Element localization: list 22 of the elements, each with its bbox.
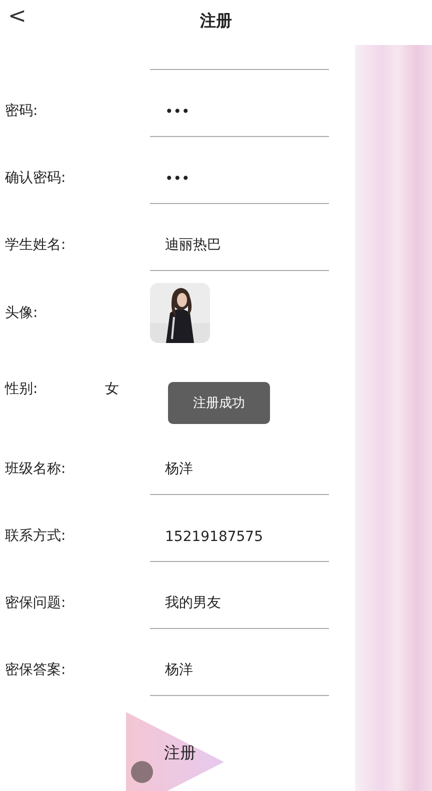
- field-label: 性别:: [4, 380, 39, 398]
- field-label: 确认密码:: [4, 169, 67, 188]
- page-title: 注册: [200, 10, 232, 32]
- input-field[interactable]: 我的男友: [150, 594, 329, 629]
- input-field[interactable]: 杨洋: [150, 460, 329, 495]
- input-field[interactable]: •••: [150, 104, 329, 137]
- back-button[interactable]: <: [4, 4, 30, 29]
- register-button[interactable]: 注册: [126, 712, 224, 791]
- field-label: 密保答案:: [4, 661, 67, 680]
- toast-message: 注册成功: [168, 382, 270, 424]
- field-label: 密码:: [4, 102, 39, 121]
- field-value: 女: [105, 380, 119, 398]
- field-label: 联系方式:: [4, 527, 67, 546]
- input-field[interactable]: 15219187575: [150, 529, 329, 562]
- field-label: 学生姓名:: [4, 236, 67, 255]
- input-field[interactable]: •••: [150, 171, 329, 204]
- field-label: 班级名称:: [4, 460, 67, 479]
- touch-dot-icon: [131, 761, 153, 783]
- input-field[interactable]: 迪丽热巴: [150, 236, 329, 271]
- field-label: 密保问题:: [4, 594, 67, 613]
- field-label: 头像:: [4, 304, 39, 322]
- input-field[interactable]: 杨洋: [150, 661, 329, 696]
